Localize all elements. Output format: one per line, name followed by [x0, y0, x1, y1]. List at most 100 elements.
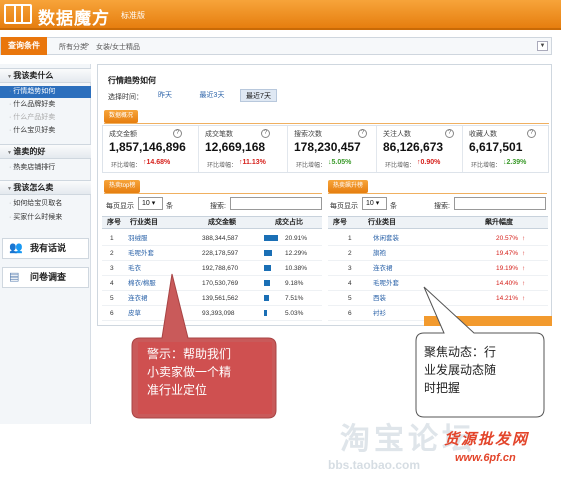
- category-link[interactable]: 衬衫: [373, 306, 386, 321]
- sidebar-section-how-to-sell[interactable]: 我该怎么卖: [0, 180, 91, 195]
- metric-name: 成交金额: [109, 131, 137, 138]
- metric-change-label: 环比增幅：: [296, 163, 327, 169]
- rise-cell: 19.47%: [496, 250, 519, 257]
- help-icon[interactable]: ?: [261, 129, 270, 138]
- callout-left-line: 准行业定位: [147, 383, 208, 397]
- category-link[interactable]: 西装: [373, 291, 386, 306]
- column-header-share[interactable]: 成交占比: [275, 217, 303, 229]
- time-option-7days[interactable]: 最近7天: [240, 89, 277, 102]
- hot-rise-table-header: 序号 行业类目 飙升幅度: [328, 216, 548, 229]
- breadcrumb-all-categories[interactable]: 所有分类: [59, 42, 87, 52]
- overview-tag: 数据概况: [104, 110, 139, 123]
- callout-left-line: 警示：帮助我们: [147, 347, 232, 361]
- callout-left-line: 小卖家做一个精: [147, 365, 232, 379]
- rank-cell: 6: [110, 310, 114, 317]
- callout-right-text: 聚焦动态：行 业发展动态随 时把握: [424, 343, 542, 397]
- metric-card: 成交金额 ? 1,857,146,896 环比增幅： ↑14.68%: [103, 126, 199, 172]
- rise-cell: 19.19%: [496, 265, 519, 272]
- category-link[interactable]: 旗袍: [373, 246, 386, 261]
- metric-change-label: 环比增幅：: [471, 163, 502, 169]
- query-conditions-label: 查询条件: [1, 37, 47, 55]
- metric-change-label: 环比增幅：: [385, 163, 416, 169]
- per-page-unit: 条: [166, 203, 173, 210]
- table-row[interactable]: 1 休闲套装 20.57% ↑: [328, 231, 548, 246]
- survey-card[interactable]: ▤ 问卷调查: [2, 267, 89, 288]
- rise-cell: 20.57%: [496, 235, 519, 242]
- metric-change-value: 0.90%: [420, 159, 441, 166]
- rank-cell: 4: [348, 280, 352, 287]
- per-page-label: 每页显示: [330, 203, 358, 210]
- breadcrumb-separator: >: [85, 42, 90, 49]
- search-label: 搜索:: [434, 203, 450, 210]
- sidebar-item-items[interactable]: 什么宝贝好卖: [0, 125, 91, 137]
- column-header-rank[interactable]: 序号: [333, 217, 347, 229]
- grid-logo-icon: [4, 4, 32, 24]
- sidebar-item-brands[interactable]: 什么品牌好卖: [0, 99, 91, 111]
- rank-cell: 5: [110, 295, 114, 302]
- rank-cell: 4: [110, 280, 114, 287]
- metric-name: 成交笔数: [205, 131, 233, 138]
- column-header-rise[interactable]: 飙升幅度: [485, 217, 513, 229]
- table-row[interactable]: 2 毛呢外套 228,178,597 12.29%: [102, 246, 322, 261]
- overview-divider: [104, 123, 549, 124]
- metric-change-label: 环比增幅：: [207, 163, 238, 169]
- help-icon[interactable]: ?: [445, 129, 454, 138]
- share-cell: 12.29%: [285, 250, 308, 257]
- help-icon[interactable]: ?: [358, 129, 367, 138]
- help-icon[interactable]: ?: [173, 129, 182, 138]
- document-icon: ▤: [9, 271, 20, 283]
- sidebar-item-market-trend[interactable]: 行情趋势如何: [0, 86, 91, 98]
- metric-value: 6,617,501: [469, 140, 523, 154]
- sidebar-item-products[interactable]: 什么产品好卖: [0, 112, 91, 124]
- help-icon[interactable]: ?: [527, 129, 536, 138]
- callout-right-line: 业发展动态随: [424, 363, 497, 377]
- rank-cell: 2: [348, 250, 352, 257]
- per-page-select[interactable]: 10 ▾: [138, 197, 163, 210]
- column-header-rank[interactable]: 序号: [107, 217, 121, 229]
- table-row[interactable]: 2 旗袍 19.47% ↑: [328, 246, 548, 261]
- sidebar-item-naming[interactable]: 如何给宝贝取名: [0, 198, 91, 210]
- column-header-amount[interactable]: 成交金额: [208, 217, 236, 229]
- screenshot-root: 数据魔方 标准版 查询条件 所有分类 > 女装/女士精品 ▼ 我该卖什么 行情趋…: [0, 0, 561, 485]
- time-select-label: 选择时间：: [108, 94, 143, 101]
- metric-change: ↑11.13%: [239, 159, 266, 166]
- rank-cell: 5: [348, 295, 352, 302]
- feedback-label: 我有话说: [30, 243, 67, 253]
- amount-cell: 228,178,597: [202, 250, 239, 257]
- hot-sales-search-input[interactable]: [230, 197, 322, 210]
- hot-rise-divider: [328, 193, 547, 194]
- metric-card: 关注人数 ? 86,126,673 环比增幅： ↑0.90%: [377, 126, 463, 172]
- sidebar-section-what-to-sell[interactable]: 我该卖什么: [0, 68, 91, 83]
- category-link[interactable]: 羽绒服: [128, 231, 148, 246]
- sidebar-item-top-shops[interactable]: 热卖店铺排行: [0, 162, 91, 174]
- up-arrow-icon: ↑: [522, 265, 526, 272]
- time-option-3days[interactable]: 最近3天: [196, 89, 228, 102]
- category-link[interactable]: 毛呢外套: [373, 276, 399, 291]
- sidebar: 我该卖什么 行情趋势如何 什么品牌好卖 什么产品好卖 什么宝贝好卖 谁卖的好 热…: [0, 64, 91, 424]
- rank-cell: 1: [348, 235, 352, 242]
- watermark-url: bbs.taobao.com: [328, 458, 421, 472]
- hot-sales-divider: [104, 193, 322, 194]
- metric-card: 成交笔数 ? 12,669,168 环比增幅： ↑11.13%: [199, 126, 288, 172]
- share-cell: 10.38%: [285, 265, 308, 272]
- time-option-yesterday[interactable]: 昨天: [155, 89, 175, 102]
- per-page-unit: 条: [390, 203, 397, 210]
- table-row[interactable]: 3 连衣裙 19.19% ↑: [328, 261, 548, 276]
- category-link[interactable]: 休闲套装: [373, 231, 399, 246]
- feedback-card[interactable]: 👥 我有话说: [2, 238, 89, 259]
- chevron-down-icon[interactable]: ▼: [537, 41, 548, 51]
- category-link[interactable]: 毛呢外套: [128, 246, 154, 261]
- table-row[interactable]: 1 羽绒服 388,344,587 20.91%: [102, 231, 322, 246]
- up-arrow-icon: ↑: [522, 235, 526, 242]
- sidebar-section-who-sells-well[interactable]: 谁卖的好: [0, 144, 91, 159]
- breadcrumb-current-category[interactable]: 女装/女士精品: [96, 42, 140, 52]
- per-page-select[interactable]: 10 ▾: [362, 197, 387, 210]
- metric-change: ↓2.39%: [503, 159, 527, 166]
- column-header-category[interactable]: 行业类目: [130, 217, 158, 229]
- hot-rise-tag: 热卖飙升榜: [328, 180, 369, 193]
- column-header-category[interactable]: 行业类目: [368, 217, 396, 229]
- app-title: 数据魔方: [38, 9, 110, 28]
- hot-rise-search-input[interactable]: [454, 197, 546, 210]
- sidebar-item-buyer-time[interactable]: 买家什么时候来: [0, 212, 91, 224]
- category-link[interactable]: 连衣裙: [373, 261, 393, 276]
